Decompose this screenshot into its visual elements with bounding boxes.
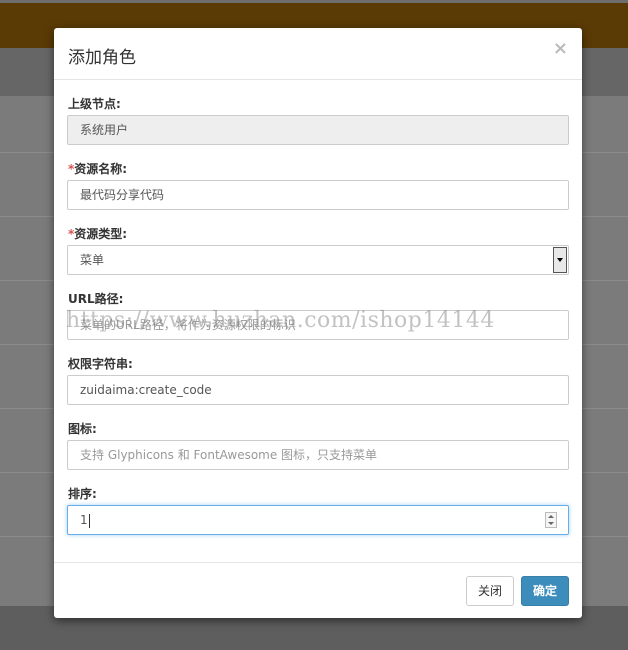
stepper-up-icon[interactable] [548, 515, 554, 518]
permission-string-input[interactable]: zuidaima:create_code [67, 375, 569, 405]
text-caret [88, 513, 90, 528]
modal-footer: 关闭 确定 [54, 562, 582, 618]
sort-value: 1 [80, 513, 88, 527]
permission-string-label: 权限字符串: [68, 357, 133, 371]
permission-string-value: zuidaima:create_code [80, 383, 212, 397]
parent-node-value: 系统用户 [80, 123, 129, 137]
number-stepper-icon[interactable] [545, 512, 557, 528]
icon-placeholder: 支持 Glyphicons 和 FontAwesome 图标，只支持菜单 [80, 448, 378, 462]
parent-node-label: 上级节点: [68, 97, 121, 111]
resource-name-input[interactable]: 最代码分享代码 [67, 180, 569, 210]
icon-input[interactable]: 支持 Glyphicons 和 FontAwesome 图标，只支持菜单 [67, 440, 569, 470]
icon-label: 图标: [68, 422, 97, 436]
sort-label: 排序: [68, 487, 97, 501]
resource-type-select[interactable]: 菜单 [67, 245, 569, 275]
close-icon[interactable]: × [553, 40, 568, 58]
watermark-text: https://www.huzhan.com/ishop14144 [66, 308, 495, 333]
close-button[interactable]: 关闭 [466, 576, 514, 606]
sort-input[interactable]: 1 [67, 505, 569, 535]
stepper-down-icon[interactable] [548, 522, 554, 525]
modal-title: 添加角色 [68, 48, 136, 68]
resource-type-selected: 菜单 [80, 253, 105, 267]
url-path-label: URL路径: [68, 292, 124, 306]
parent-node-field: 系统用户 [67, 115, 569, 145]
resource-name-label: *资源名称: [68, 162, 128, 176]
chevron-down-icon[interactable] [553, 247, 567, 273]
resource-type-label: *资源类型: [68, 227, 128, 241]
resource-name-value: 最代码分享代码 [80, 188, 165, 202]
modal-header: 添加角色 × [54, 28, 582, 80]
confirm-button[interactable]: 确定 [521, 576, 569, 606]
